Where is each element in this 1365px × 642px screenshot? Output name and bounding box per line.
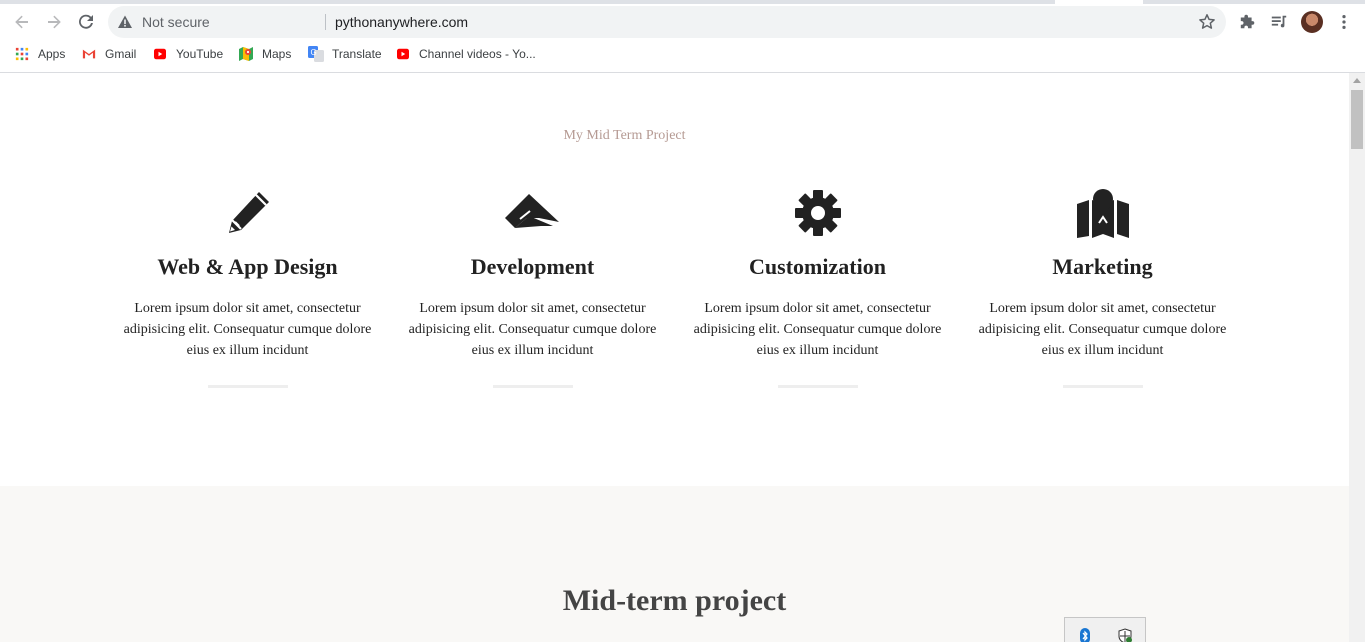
page-subtitle: My Mid Term Project — [563, 128, 686, 143]
warning-triangle-icon[interactable] — [117, 14, 133, 30]
reload-icon — [79, 14, 93, 29]
kebab-menu-icon — [1342, 14, 1346, 30]
forward-button[interactable] — [40, 8, 68, 36]
pencil-icon — [105, 188, 390, 238]
bookmark-channel-videos[interactable]: Channel videos - Yo... — [395, 46, 536, 62]
gear-icon — [675, 188, 960, 238]
bookmark-maps[interactable]: Maps — [238, 46, 291, 62]
security-shield-icon[interactable] — [1117, 628, 1133, 642]
bookmark-label: Translate — [332, 47, 382, 61]
service-divider — [492, 385, 573, 388]
service-divider — [207, 385, 288, 388]
service-divider — [777, 385, 858, 388]
translate-icon: G — [308, 46, 324, 62]
bookmark-gmail[interactable]: Gmail — [81, 46, 136, 62]
service-title: Customization — [749, 254, 886, 279]
svg-text:G: G — [311, 48, 317, 57]
bookmark-translate[interactable]: G Translate — [308, 46, 382, 62]
section-heading: Mid-term project — [562, 584, 787, 617]
bookmark-label: Maps — [262, 47, 292, 61]
service-card-marketing: Marketing Lorem ipsum dolor sit amet, co… — [960, 188, 1245, 388]
bookmark-apps[interactable]: Apps — [14, 46, 65, 62]
service-card-development: Development Lorem ipsum dolor sit amet, … — [390, 188, 675, 388]
system-tray-popup — [1064, 617, 1146, 642]
service-card-customization: Customization Lorem ipsum dolor sit amet… — [675, 188, 960, 388]
address-bar[interactable]: Not secure pythonanywhere.com — [108, 6, 1226, 38]
scroll-up-arrow-icon[interactable] — [1353, 78, 1361, 83]
scrollbar-thumb[interactable] — [1351, 90, 1363, 149]
reload-button[interactable] — [72, 8, 100, 36]
url-text[interactable]: pythonanywhere.com — [335, 14, 468, 30]
gmail-icon — [81, 46, 97, 62]
browser-toolbar: Not secure pythonanywhere.com — [0, 4, 1365, 40]
bookmark-label: Channel videos - Yo... — [419, 47, 536, 61]
page-scrollbar[interactable] — [1349, 73, 1365, 642]
service-card-web-design: Web & App Design Lorem ipsum dolor sit a… — [105, 188, 390, 388]
browser-menu-button[interactable] — [1334, 12, 1354, 32]
bookmark-label: Gmail — [105, 47, 137, 61]
service-title: Web & App Design — [157, 254, 338, 279]
service-description: Lorem ipsum dolor sit amet, consectetur … — [123, 301, 372, 358]
bookmark-label: Apps — [38, 47, 66, 61]
omnibox-separator — [325, 14, 326, 30]
profile-avatar[interactable] — [1301, 11, 1323, 33]
browser-chrome: Not secure pythonanywhere.com Apps Gmail… — [0, 0, 1365, 73]
back-arrow-icon — [15, 15, 28, 29]
bookmark-label: YouTube — [176, 47, 224, 61]
apps-grid-icon — [14, 46, 30, 62]
services-section: Web & App Design Lorem ipsum dolor sit a… — [105, 188, 1245, 388]
back-button[interactable] — [8, 8, 36, 36]
project-section: Mid-term project — [0, 486, 1349, 642]
service-title: Development — [470, 254, 595, 279]
bluetooth-icon[interactable] — [1077, 628, 1093, 642]
media-queue-button[interactable] — [1269, 12, 1289, 32]
service-divider — [1062, 385, 1143, 388]
web-page: My Mid Term Project Web & App Design Lor… — [0, 73, 1349, 642]
maps-icon — [238, 46, 254, 62]
extensions-button[interactable] — [1238, 12, 1258, 32]
bookmarks-bar: Apps Gmail YouTube Maps G Translate Chan… — [0, 40, 1365, 68]
bookmark-youtube[interactable]: YouTube — [152, 46, 223, 62]
map-pin-icon — [960, 188, 1245, 238]
youtube-icon — [395, 46, 411, 62]
service-title: Marketing — [1052, 254, 1153, 279]
puzzle-icon — [1240, 14, 1255, 29]
forward-arrow-icon — [48, 15, 61, 29]
media-queue-icon — [1271, 15, 1287, 28]
paper-plane-icon — [390, 188, 675, 238]
star-icon[interactable] — [1198, 13, 1216, 31]
security-label[interactable]: Not secure — [142, 14, 210, 30]
youtube-icon — [152, 46, 168, 62]
service-description: Lorem ipsum dolor sit amet, consectetur … — [978, 301, 1227, 358]
service-description: Lorem ipsum dolor sit amet, consectetur … — [408, 301, 657, 358]
service-description: Lorem ipsum dolor sit amet, consectetur … — [693, 301, 942, 358]
